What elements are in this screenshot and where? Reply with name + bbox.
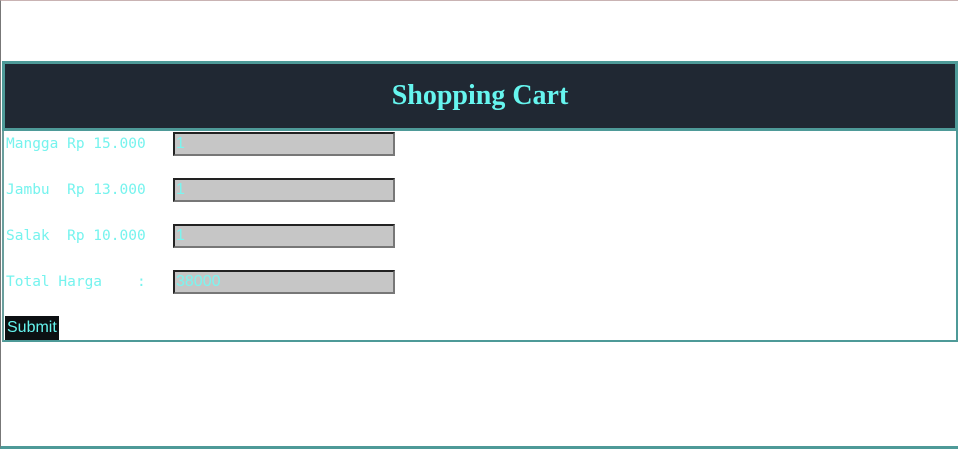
item-label: Jambu Rp 13.000 xyxy=(6,182,146,198)
total-row: Total Harga : 38000 xyxy=(6,269,395,295)
quantity-input-salak[interactable]: 1 xyxy=(173,224,395,248)
quantity-input-jambu[interactable]: 1 xyxy=(173,178,395,202)
total-price-field[interactable]: 38000 xyxy=(173,270,395,294)
page-title: Shopping Cart xyxy=(391,80,569,111)
header: Shopping Cart xyxy=(2,61,958,131)
quantity-input-mangga[interactable]: 1 xyxy=(173,132,395,156)
item-row-mangga: Mangga Rp 15.000 1 xyxy=(6,131,395,157)
item-label: Mangga Rp 15.000 xyxy=(6,136,146,152)
submit-button[interactable]: Submit xyxy=(5,316,59,340)
total-label: Total Harga : xyxy=(6,274,146,290)
cart-form: Mangga Rp 15.000 1 Jambu Rp 13.000 1 Sal… xyxy=(2,131,958,342)
item-row-salak: Salak Rp 10.000 1 xyxy=(6,223,395,249)
item-row-jambu: Jambu Rp 13.000 1 xyxy=(6,177,395,203)
item-label: Salak Rp 10.000 xyxy=(6,228,146,244)
